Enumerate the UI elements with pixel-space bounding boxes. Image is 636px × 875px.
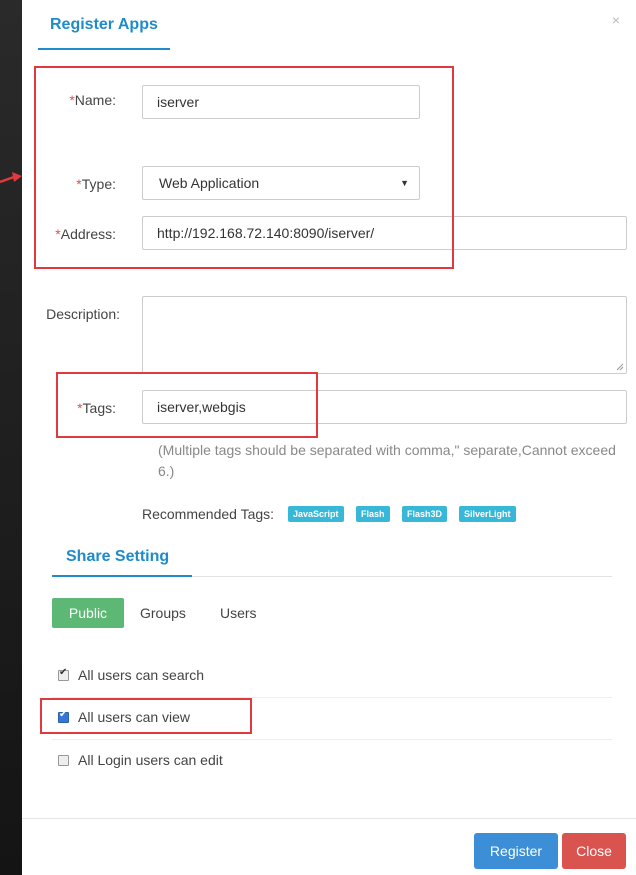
resize-grip-icon[interactable] <box>616 363 624 371</box>
recommended-tag[interactable]: SilverLight <box>459 506 516 522</box>
chevron-down-icon: ▼ <box>400 178 409 188</box>
description-label: Description: <box>46 306 120 322</box>
address-label: *Address: <box>22 226 116 242</box>
name-input[interactable]: iserver <box>142 85 420 119</box>
tags-hint-text: (Multiple tags should be separated with … <box>158 442 616 479</box>
option-divider <box>52 697 612 698</box>
name-label-text: Name: <box>74 92 116 108</box>
share-tab-public[interactable]: Public <box>52 598 124 628</box>
close-button[interactable]: Close <box>562 833 626 869</box>
description-textarea[interactable] <box>142 296 627 374</box>
background-strip <box>0 0 22 875</box>
tags-input[interactable]: iserver,webgis <box>142 390 627 424</box>
checkbox-edit[interactable] <box>58 754 69 766</box>
type-label: *Type: <box>56 176 116 192</box>
register-apps-dialog: × Register Apps *Name: iserver *Type: We… <box>22 0 636 875</box>
option-edit-label: All Login users can edit <box>78 752 223 768</box>
recommended-tag[interactable]: Flash3D <box>402 506 448 522</box>
type-select-value: Web Application <box>159 175 260 191</box>
address-input-value: http://192.168.72.140:8090/iserver/ <box>157 225 375 241</box>
option-search-label: All users can search <box>78 667 205 683</box>
share-tab-groups[interactable]: Groups <box>140 598 186 628</box>
share-setting-title[interactable]: Share Setting <box>66 548 169 566</box>
checkbox-search[interactable] <box>58 667 69 681</box>
type-label-text: Type: <box>81 176 116 192</box>
name-label: *Name: <box>56 92 116 108</box>
share-tab-users[interactable]: Users <box>220 598 257 628</box>
type-select[interactable]: Web Application ▼ <box>142 166 420 200</box>
option-divider <box>52 739 612 740</box>
address-label-text: Address: <box>60 226 116 242</box>
recommended-tags-label: Recommended Tags: <box>142 506 275 522</box>
recommended-tag[interactable]: JavaScript <box>288 506 344 522</box>
tags-input-value: iserver,webgis <box>157 399 246 415</box>
name-input-value: iserver <box>157 94 200 110</box>
tags-label: *Tags: <box>62 400 116 416</box>
option-search[interactable]: All users can search <box>58 665 204 685</box>
register-button[interactable]: Register <box>474 833 558 869</box>
close-icon[interactable]: × <box>612 12 620 28</box>
annotation-arrow-icon <box>0 172 22 184</box>
tags-label-text: Tags: <box>82 400 116 416</box>
address-input[interactable]: http://192.168.72.140:8090/iserver/ <box>142 216 627 250</box>
option-view-label: All users can view <box>78 709 191 725</box>
option-edit[interactable]: All Login users can edit <box>58 750 223 770</box>
option-view[interactable]: All users can view <box>58 707 190 727</box>
share-active-underline <box>52 575 192 577</box>
dialog-title-tab[interactable]: Register Apps <box>38 16 170 50</box>
recommended-tag[interactable]: Flash <box>356 506 390 522</box>
footer-divider <box>22 818 636 819</box>
checkbox-view[interactable] <box>58 709 69 723</box>
